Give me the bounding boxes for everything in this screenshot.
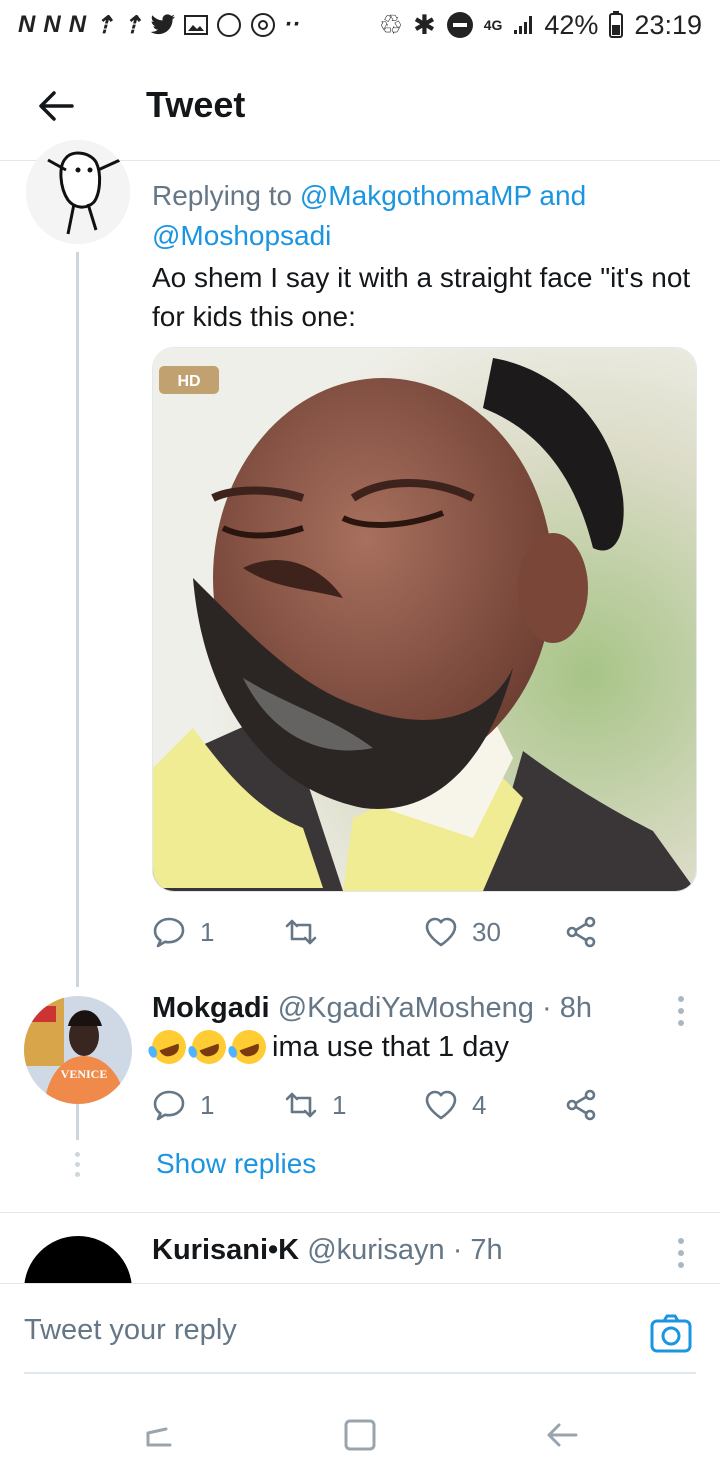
- like-action[interactable]: 30: [424, 915, 564, 949]
- avatar[interactable]: [26, 140, 130, 244]
- n-icon: N: [18, 11, 36, 38]
- avatar-text: VENICE: [61, 1067, 108, 1081]
- retweet-count: 1: [332, 1089, 347, 1120]
- gallery-icon: [184, 15, 209, 35]
- signal-icon: [514, 16, 533, 34]
- hd-badge: HD: [177, 373, 200, 390]
- reply-action[interactable]: 1: [152, 915, 284, 949]
- reply-count: 1: [200, 1089, 215, 1120]
- twitter-icon: [150, 14, 176, 35]
- recycle-icon: ♲: [378, 9, 404, 40]
- replying-to-label: Replying to: [152, 180, 300, 211]
- user-photo: VENICE: [24, 996, 132, 1104]
- tweet-text: ima use that 1 day: [147, 1025, 509, 1069]
- dnd-icon: [446, 12, 473, 38]
- mention-link[interactable]: @Moshopsadi: [152, 220, 331, 251]
- and-word: and: [531, 180, 587, 211]
- battery-percent: 42%: [544, 9, 599, 40]
- page-title: Tweet: [146, 84, 246, 125]
- whatsapp-icon: [217, 13, 242, 37]
- battery-icon: [609, 11, 624, 38]
- tweet-actions: 1 30: [152, 912, 622, 952]
- tweet-header: Mokgadi @KgadiYaMosheng · 8h: [152, 988, 592, 1028]
- reply-composer: Tweet your reply: [0, 1283, 720, 1394]
- upload-icon: ⇡: [94, 11, 115, 39]
- tweet-text-body: ima use that 1 day: [272, 1031, 509, 1063]
- share-action[interactable]: [564, 915, 598, 949]
- reply-input[interactable]: Tweet your reply: [24, 1314, 237, 1347]
- more-options-icon[interactable]: [678, 996, 686, 1026]
- back-arrow-icon[interactable]: [36, 86, 76, 126]
- like-action[interactable]: 4: [424, 1088, 564, 1122]
- reply-icon: [153, 917, 185, 948]
- thread-line: [76, 252, 79, 987]
- tweet-text: Ao shem I say it with a straight face "i…: [152, 262, 691, 332]
- divider: [0, 1212, 720, 1213]
- retweet-action[interactable]: 1: [284, 1088, 424, 1122]
- like-count: 4: [472, 1089, 487, 1120]
- status-bar: NNN ⇡ ⇡ ·· ♲ ✱ 4G 42% 23:19: [0, 0, 720, 50]
- reply-icon: [153, 1090, 185, 1121]
- rofl-emoji-icon: [147, 1025, 191, 1069]
- clock: 23:19: [634, 9, 702, 40]
- timestamp: · 8h: [541, 992, 592, 1024]
- home-icon[interactable]: [342, 1417, 378, 1453]
- like-count: 30: [472, 916, 501, 947]
- network-type: 4G: [483, 17, 503, 33]
- system-nav-bar: [0, 1393, 720, 1480]
- back-icon[interactable]: [544, 1417, 580, 1453]
- doodle-avatar-image: [26, 140, 130, 244]
- notification-icons: NNN ⇡ ⇡ ··: [18, 11, 300, 40]
- tweet-image[interactable]: HD: [152, 347, 697, 892]
- n-icon: N: [68, 11, 87, 38]
- avatar[interactable]: VENICE: [24, 996, 132, 1104]
- heart-icon: [425, 917, 457, 947]
- timestamp: · 7h: [452, 1234, 503, 1266]
- more-dots-icon: ··: [284, 11, 301, 38]
- share-action[interactable]: [564, 1088, 598, 1122]
- more-options-icon[interactable]: [678, 1238, 686, 1268]
- reply-count: 1: [200, 916, 215, 947]
- n-icon: N: [43, 11, 61, 38]
- retweet-icon: [285, 919, 317, 945]
- rofl-emoji-icon: [187, 1025, 231, 1069]
- retweet-action[interactable]: [284, 915, 424, 949]
- tweet-actions: 1 1 4: [152, 1085, 622, 1125]
- bluetooth-icon: ✱: [413, 9, 436, 40]
- man-closed-eyes-photo: HD: [153, 348, 696, 891]
- share-icon: [566, 916, 596, 948]
- share-icon: [566, 1089, 596, 1121]
- replying-to: Replying to @MakgothomaMP and @Moshopsad…: [152, 176, 692, 256]
- upload-icon: ⇡: [122, 11, 143, 39]
- thread-continuation-dots: [75, 1152, 80, 1177]
- rofl-emoji-icon: [227, 1025, 271, 1069]
- user-handle[interactable]: @kurisayn: [307, 1234, 444, 1266]
- app-bar: Tweet: [0, 50, 720, 161]
- tweet-header: Kurisani•K @kurisayn · 7h: [152, 1230, 503, 1270]
- show-replies-link[interactable]: Show replies: [156, 1148, 316, 1180]
- camera-icon[interactable]: [650, 1314, 692, 1354]
- retweet-icon: [285, 1092, 317, 1118]
- reply-action[interactable]: 1: [152, 1088, 284, 1122]
- recents-icon[interactable]: [140, 1417, 176, 1453]
- display-name[interactable]: Kurisani•K: [152, 1234, 299, 1266]
- heart-icon: [425, 1090, 457, 1120]
- thread-line: [76, 1104, 79, 1140]
- mention-link[interactable]: @MakgothomaMP: [300, 180, 532, 211]
- input-underline: [24, 1372, 696, 1374]
- display-name[interactable]: Mokgadi: [152, 992, 270, 1024]
- sync-icon: [251, 13, 276, 37]
- system-icons: ♲ ✱ 4G 42% 23:19: [379, 10, 702, 41]
- user-handle[interactable]: @KgadiYaMosheng: [278, 992, 534, 1024]
